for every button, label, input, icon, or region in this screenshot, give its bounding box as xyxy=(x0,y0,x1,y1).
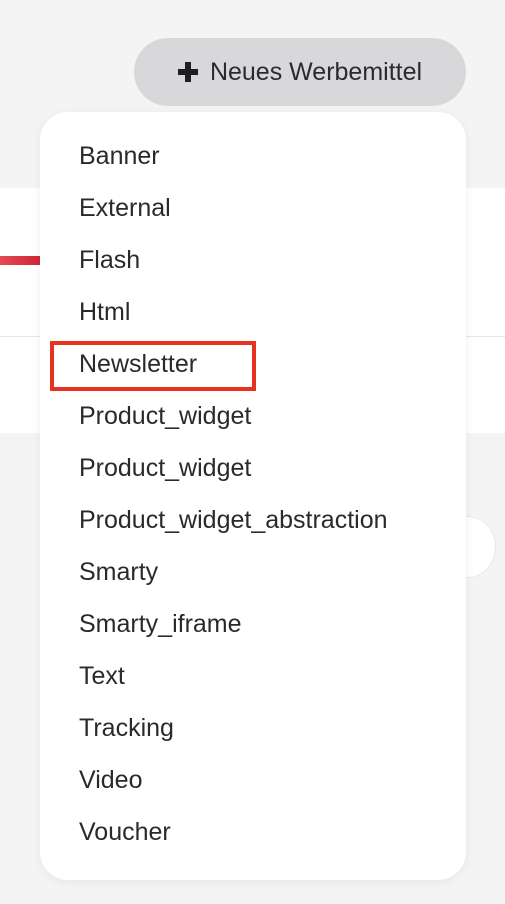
menu-item-product-widget-abstraction[interactable]: Product_widget_abstraction xyxy=(40,494,466,546)
new-advertising-material-button[interactable]: Neues Werbemittel xyxy=(134,38,466,106)
menu-item-external[interactable]: External xyxy=(40,182,466,234)
menu-item-html[interactable]: Html xyxy=(40,286,466,338)
new-button-label: Neues Werbemittel xyxy=(209,57,423,86)
menu-item-product-widget[interactable]: Product_widget xyxy=(40,390,466,442)
menu-item-voucher[interactable]: Voucher xyxy=(40,806,466,858)
menu-list: Banner External Flash Html Newsletter Pr… xyxy=(40,130,466,858)
menu-item-text[interactable]: Text xyxy=(40,650,466,702)
menu-item-smarty[interactable]: Smarty xyxy=(40,546,466,598)
menu-item-smarty-iframe[interactable]: Smarty_iframe xyxy=(40,598,466,650)
menu-item-video[interactable]: Video xyxy=(40,754,466,806)
plus-icon xyxy=(177,62,198,82)
menu-item-newsletter[interactable]: Newsletter xyxy=(40,338,466,390)
menu-item-flash[interactable]: Flash xyxy=(40,234,466,286)
menu-item-product-widget-2[interactable]: Product_widget xyxy=(40,442,466,494)
type-dropdown-menu: Banner External Flash Html Newsletter Pr… xyxy=(40,112,466,880)
menu-item-banner[interactable]: Banner xyxy=(40,130,466,182)
menu-item-tracking[interactable]: Tracking xyxy=(40,702,466,754)
